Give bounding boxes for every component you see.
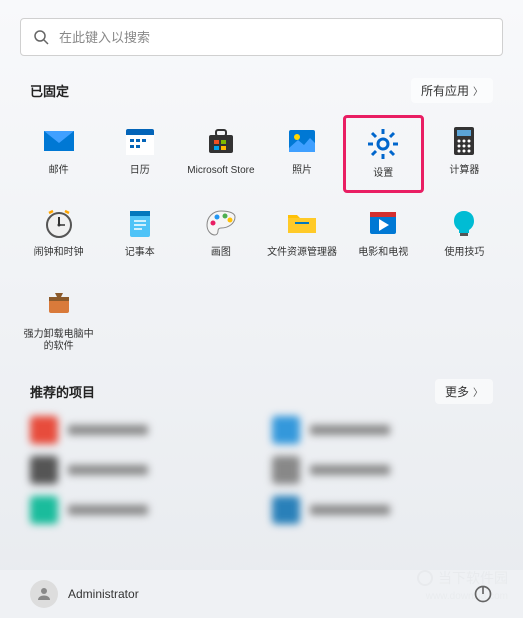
settings-icon — [365, 126, 401, 162]
store-icon — [203, 123, 239, 159]
user-bar: Administrator — [0, 570, 523, 618]
app-explorer[interactable]: 文件资源管理器 — [261, 197, 342, 275]
calendar-icon — [122, 123, 158, 159]
app-store[interactable]: Microsoft Store — [180, 115, 261, 193]
photos-icon — [284, 123, 320, 159]
paint-icon — [203, 205, 239, 241]
recommended-item[interactable] — [30, 496, 252, 524]
recommended-header: 推荐的项目 更多 〉 — [0, 379, 523, 404]
movies-icon — [365, 205, 401, 241]
recommended-list — [0, 416, 523, 524]
chevron-right-icon: 〉 — [473, 83, 483, 98]
all-apps-button[interactable]: 所有应用 〉 — [411, 78, 493, 103]
search-bar[interactable] — [20, 18, 503, 56]
power-button[interactable] — [473, 584, 493, 604]
uninstall-icon — [41, 287, 77, 323]
app-calendar[interactable]: 日历 — [99, 115, 180, 193]
app-settings[interactable]: 设置 — [343, 115, 424, 193]
pinned-title: 已固定 — [30, 81, 69, 100]
notepad-icon — [122, 205, 158, 241]
chevron-right-icon: 〉 — [473, 384, 483, 399]
more-button[interactable]: 更多 〉 — [435, 379, 493, 404]
recommended-item[interactable] — [272, 416, 494, 444]
app-photos[interactable]: 照片 — [261, 115, 342, 193]
app-tips[interactable]: 使用技巧 — [424, 197, 505, 275]
app-mail[interactable]: 邮件 — [18, 115, 99, 193]
folder-icon — [284, 205, 320, 241]
clock-icon — [41, 205, 77, 241]
pinned-header: 已固定 所有应用 〉 — [0, 78, 523, 103]
app-notepad[interactable]: 记事本 — [99, 197, 180, 275]
calculator-icon — [446, 123, 482, 159]
tips-icon — [446, 205, 482, 241]
search-input[interactable] — [59, 30, 490, 45]
search-icon — [33, 29, 49, 45]
app-calculator[interactable]: 计算器 — [424, 115, 505, 193]
recommended-item[interactable] — [272, 496, 494, 524]
app-uninstall[interactable]: 强力卸载电脑中的软件 — [18, 279, 99, 357]
recommended-item[interactable] — [272, 456, 494, 484]
user-name: Administrator — [68, 587, 139, 601]
app-movies[interactable]: 电影和电视 — [343, 197, 424, 275]
mail-icon — [41, 123, 77, 159]
pinned-apps-grid: 邮件 日历 Microsoft Store 照片 设置 计算器 闹钟和时钟 — [0, 115, 523, 357]
user-avatar[interactable] — [30, 580, 58, 608]
app-clock[interactable]: 闹钟和时钟 — [18, 197, 99, 275]
recommended-item[interactable] — [30, 416, 252, 444]
recommended-title: 推荐的项目 — [30, 382, 95, 401]
app-paint[interactable]: 画图 — [180, 197, 261, 275]
recommended-item[interactable] — [30, 456, 252, 484]
